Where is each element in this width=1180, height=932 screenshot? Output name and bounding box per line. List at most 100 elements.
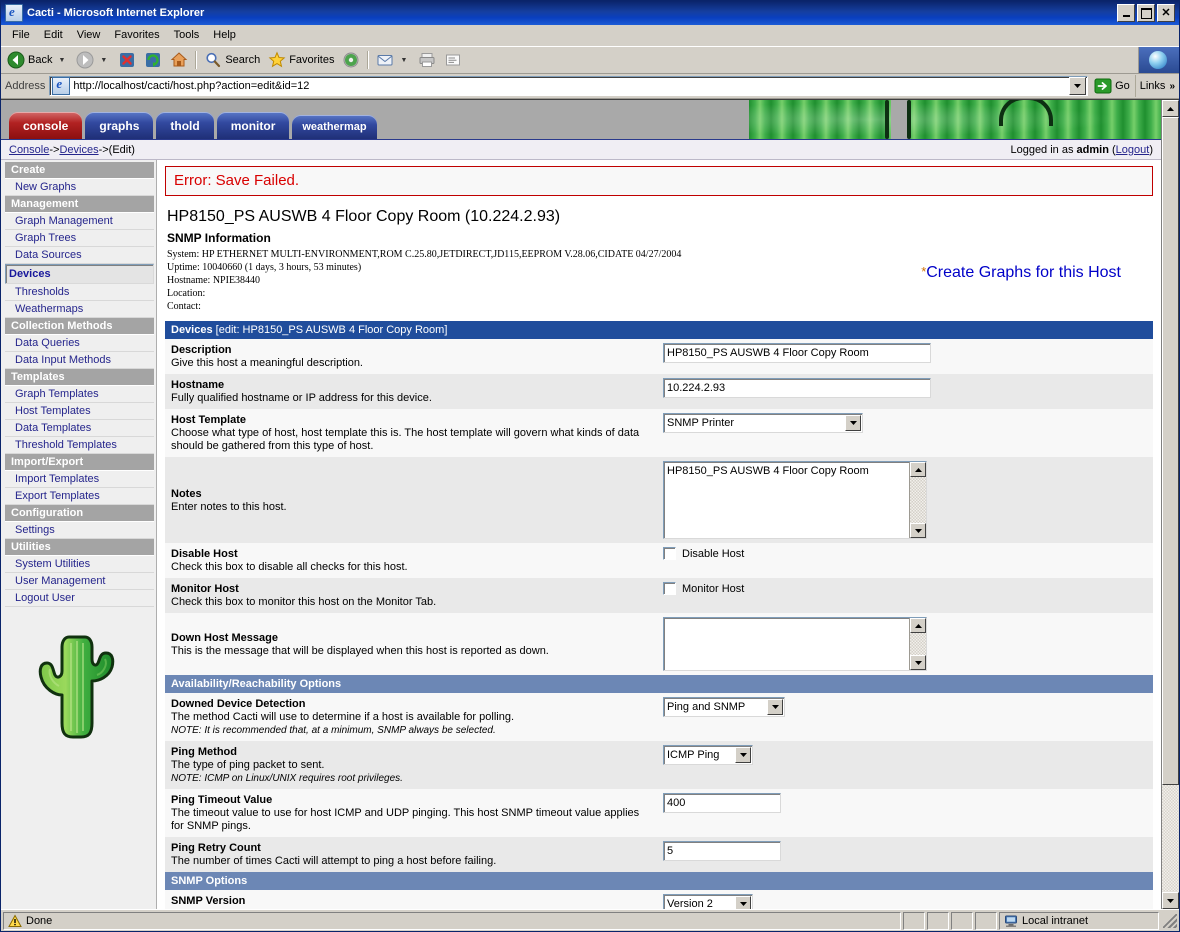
sidebar-item-weathermaps[interactable]: Weathermaps — [5, 301, 154, 318]
scroll-up-icon[interactable] — [910, 618, 926, 633]
print-button[interactable] — [414, 48, 440, 72]
sidebar-item-system-utilities[interactable]: System Utilities — [5, 556, 154, 573]
edit-button[interactable] — [440, 48, 466, 72]
close-button[interactable]: ✕ — [1157, 4, 1175, 22]
logout-link[interactable]: Logout — [1116, 144, 1150, 156]
favorites-button[interactable]: Favorites — [264, 48, 338, 72]
scroll-thumb[interactable] — [1162, 117, 1179, 785]
minimize-button[interactable] — [1117, 4, 1135, 22]
sidebar-item-import-templates[interactable]: Import Templates — [5, 471, 154, 488]
address-dropdown-button[interactable] — [1069, 77, 1087, 95]
links-button[interactable]: Links » — [1134, 75, 1179, 97]
media-button[interactable] — [338, 48, 364, 72]
scroll-track[interactable] — [910, 477, 926, 523]
resize-grip[interactable] — [1163, 913, 1177, 928]
stop-button[interactable] — [114, 48, 140, 72]
chevron-down-icon[interactable] — [735, 747, 751, 763]
scroll-down-icon[interactable] — [910, 523, 926, 538]
disable-host-checkbox[interactable] — [663, 547, 676, 560]
menu-edit[interactable]: Edit — [37, 27, 70, 43]
sidebar-item-data-input-methods[interactable]: Data Input Methods — [5, 352, 154, 369]
field-row-snmp-version: SNMP Version Choose the SNMP version for… — [165, 890, 1153, 909]
sidebar-item-data-templates[interactable]: Data Templates — [5, 420, 154, 437]
notes-scrollbar[interactable] — [909, 462, 926, 538]
sidebar-item-export-templates[interactable]: Export Templates — [5, 488, 154, 505]
downed-device-detection-select[interactable]: Ping and SNMP — [663, 697, 785, 717]
create-graphs-link[interactable]: *Create Graphs for this Host — [921, 264, 1121, 282]
nav-header-management: Management — [5, 196, 154, 213]
sidebar-item-data-sources[interactable]: Data Sources — [5, 247, 154, 264]
menu-help[interactable]: Help — [206, 27, 243, 43]
address-input[interactable]: http://localhost/cacti/host.php?action=e… — [49, 76, 1089, 96]
breadcrumb-console[interactable]: Console — [9, 144, 49, 156]
forward-dropdown-icon[interactable]: ▼ — [97, 57, 110, 64]
disable-host-checkbox-row[interactable]: Disable Host — [663, 547, 1147, 560]
sidebar-item-logout-user[interactable]: Logout User — [5, 590, 154, 607]
tab-weathermap[interactable]: weathermap — [292, 115, 377, 139]
menu-file[interactable]: File — [5, 27, 37, 43]
monitor-host-checkbox[interactable] — [663, 582, 676, 595]
tab-monitor[interactable]: monitor — [216, 112, 290, 139]
back-dropdown-icon[interactable]: ▼ — [55, 57, 68, 64]
sidebar-item-devices[interactable]: Devices — [5, 264, 154, 284]
sidebar-item-graph-trees[interactable]: Graph Trees — [5, 230, 154, 247]
ping-timeout-value-input[interactable]: 400 — [663, 793, 781, 813]
refresh-button[interactable] — [140, 48, 166, 72]
mail-dropdown-icon[interactable]: ▼ — [397, 57, 410, 64]
breadcrumb-devices[interactable]: Devices — [59, 144, 98, 156]
chevron-down-icon[interactable] — [845, 415, 861, 431]
scroll-down-icon[interactable] — [910, 655, 926, 670]
snmp-version-select[interactable]: Version 2 — [663, 894, 753, 909]
tab-graphs[interactable]: graphs — [85, 112, 154, 139]
ping-method-select[interactable]: ICMP Ping — [663, 745, 753, 765]
sidebar-item-user-management[interactable]: User Management — [5, 573, 154, 590]
search-button[interactable]: Search — [200, 48, 264, 72]
sidebar-item-graph-templates[interactable]: Graph Templates — [5, 386, 154, 403]
window-title: Cacti - Microsoft Internet Explorer — [27, 7, 205, 19]
page-scrollbar[interactable] — [1161, 100, 1179, 909]
menu-tools[interactable]: Tools — [167, 27, 207, 43]
scroll-down-button[interactable] — [1162, 892, 1179, 909]
scroll-up-icon[interactable] — [910, 462, 926, 477]
notes-textarea[interactable]: HP8150_PS AUSWB 4 Floor Copy Room — [663, 461, 927, 539]
menu-view[interactable]: View — [70, 27, 108, 43]
field-row-notes: Notes Enter notes to this host. HP8150_P… — [165, 457, 1153, 543]
forward-button[interactable]: ▼ — [72, 48, 114, 72]
home-button[interactable] — [166, 48, 192, 72]
host-info-block: HP8150_PS AUSWB 4 Floor Copy Room (10.22… — [157, 196, 1161, 315]
chevron-down-icon[interactable] — [767, 699, 783, 715]
go-button[interactable]: Go — [1088, 75, 1135, 97]
links-chevron-icon[interactable]: » — [1169, 81, 1175, 92]
sidebar-item-threshold-templates[interactable]: Threshold Templates — [5, 437, 154, 454]
ping-retry-count-input[interactable]: 5 — [663, 841, 781, 861]
toolbar-separator-2 — [367, 51, 370, 69]
tab-thold[interactable]: thold — [156, 112, 214, 139]
maximize-button[interactable] — [1137, 4, 1155, 22]
description-input[interactable]: HP8150_PS AUSWB 4 Floor Copy Room — [663, 343, 931, 363]
sidebar-item-graph-management[interactable]: Graph Management — [5, 213, 154, 230]
host-template-select[interactable]: SNMP Printer — [663, 413, 863, 433]
sidebar-item-thresholds[interactable]: Thresholds — [5, 284, 154, 301]
field-row-host-template: Host Template Choose what type of host, … — [165, 409, 1153, 457]
sidebar-item-data-queries[interactable]: Data Queries — [5, 335, 154, 352]
sidebar-item-new-graphs[interactable]: New Graphs — [5, 179, 154, 196]
mail-button[interactable]: ▼ — [372, 48, 414, 72]
sidebar-item-settings[interactable]: Settings — [5, 522, 154, 539]
down-host-message-textarea[interactable] — [663, 617, 927, 671]
scroll-up-button[interactable] — [1162, 100, 1179, 117]
scroll-track[interactable] — [910, 633, 926, 655]
menu-favorites[interactable]: Favorites — [107, 27, 166, 43]
monitor-host-checkbox-row[interactable]: Monitor Host — [663, 582, 1147, 595]
down-host-message-scrollbar[interactable] — [909, 618, 926, 670]
nav-header-collection-methods: Collection Methods — [5, 318, 154, 335]
chevron-down-icon[interactable] — [735, 896, 751, 909]
field-row-disable-host: Disable Host Check this box to disable a… — [165, 543, 1153, 578]
scroll-track[interactable] — [1162, 785, 1179, 892]
sidebar-item-host-templates[interactable]: Host Templates — [5, 403, 154, 420]
hostname-input[interactable]: 10.224.2.93 — [663, 378, 931, 398]
back-button[interactable]: Back ▼ — [3, 48, 72, 72]
address-bar: Address http://localhost/cacti/host.php?… — [1, 74, 1179, 99]
security-zone-pane[interactable]: Local intranet — [999, 911, 1159, 930]
tab-console[interactable]: console — [9, 112, 83, 139]
desc-notes: Enter notes to this host. — [171, 500, 287, 513]
